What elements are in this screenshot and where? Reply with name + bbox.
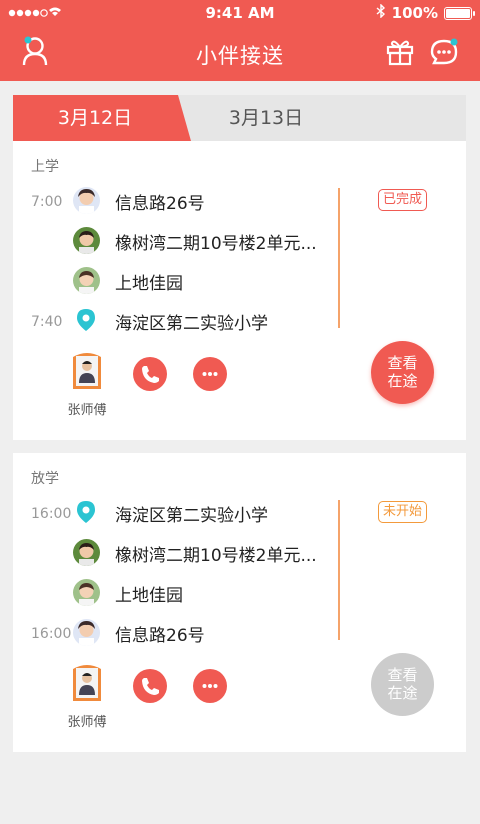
child-avatar[interactable] (73, 619, 100, 646)
route-stop: 7:40 海淀区第二实验小学 (13, 306, 343, 336)
location-pin-icon (76, 308, 96, 336)
phone-icon (142, 678, 159, 695)
status-badge: 已完成 (378, 189, 428, 211)
more-message-icon (202, 684, 218, 688)
driver-photo (73, 663, 101, 701)
child-avatar[interactable] (73, 539, 100, 566)
phone-icon (142, 366, 159, 383)
stop-address: 上地佳园 (115, 586, 183, 606)
stop-time: 7:40 (31, 314, 63, 330)
trip-card-afternoon: 放学 未开始 16:00 海淀区第二实验小学 橡树湾二期10号楼2单元... 上… (13, 453, 466, 752)
chat-icon[interactable] (430, 37, 460, 71)
stop-time: 16:00 (31, 506, 72, 522)
route-stop: 16:00 信息路26号 (13, 618, 343, 648)
route-stop: 橡树湾二期10号楼2单元... (13, 538, 343, 568)
driver-name: 张师傅 (67, 715, 107, 730)
stop-address: 上地佳园 (115, 274, 183, 294)
driver-photo (73, 351, 101, 389)
app-header: 9:41 AM 100% 小伴接送 (0, 0, 480, 81)
child-avatar[interactable] (73, 187, 100, 214)
stop-address: 信息路26号 (115, 626, 205, 646)
call-button[interactable] (133, 357, 167, 391)
driver-info[interactable]: 张师傅 (67, 351, 107, 419)
track-button-disabled[interactable]: 查看 在途 (371, 653, 434, 716)
track-button-line1: 查看 (387, 354, 418, 372)
bluetooth-icon (376, 3, 386, 22)
stop-address: 海淀区第二实验小学 (115, 506, 268, 526)
stop-address: 海淀区第二实验小学 (115, 314, 268, 334)
trip-card-morning: 上学 已完成 7:00 信息路26号 橡树湾二期10号楼2单元... 上地佳园 … (13, 141, 466, 440)
driver-info[interactable]: 张师傅 (67, 663, 107, 731)
section-title: 放学 (31, 471, 59, 487)
message-button[interactable] (193, 357, 227, 391)
track-button-line2: 在途 (387, 372, 418, 390)
more-message-icon (202, 372, 218, 376)
date-tabs: 3月12日 3月13日 (13, 95, 466, 141)
stop-time: 16:00 (31, 626, 72, 642)
section-title: 上学 (31, 159, 59, 175)
gift-icon[interactable] (386, 38, 414, 70)
route-stop: 橡树湾二期10号楼2单元... (13, 226, 343, 256)
child-avatar[interactable] (73, 227, 100, 254)
battery-icon (444, 6, 475, 20)
status-bar: 9:41 AM 100% (0, 0, 480, 26)
stop-time: 7:00 (31, 194, 63, 210)
route-stop: 7:00 信息路26号 (13, 186, 343, 216)
track-button-line2: 在途 (387, 684, 418, 702)
track-button-line1: 查看 (387, 666, 418, 684)
tab-date-2[interactable]: 3月13日 (191, 95, 341, 141)
child-avatar[interactable] (73, 267, 100, 294)
route-stop: 上地佳园 (13, 578, 343, 608)
location-pin-icon (76, 500, 96, 528)
route-stop: 上地佳园 (13, 266, 343, 296)
battery-percent: 100% (391, 4, 438, 22)
route-stop: 16:00 海淀区第二实验小学 (13, 498, 343, 528)
track-button[interactable]: 查看 在途 (371, 341, 434, 404)
status-badge: 未开始 (378, 501, 428, 523)
driver-name: 张师傅 (67, 403, 107, 418)
stop-address: 信息路26号 (115, 194, 205, 214)
child-avatar[interactable] (73, 579, 100, 606)
call-button[interactable] (133, 669, 167, 703)
stop-address: 橡树湾二期10号楼2单元... (115, 546, 317, 566)
message-button[interactable] (193, 669, 227, 703)
stop-address: 橡树湾二期10号楼2单元... (115, 234, 317, 254)
tab-date-1[interactable]: 3月12日 (13, 95, 191, 141)
